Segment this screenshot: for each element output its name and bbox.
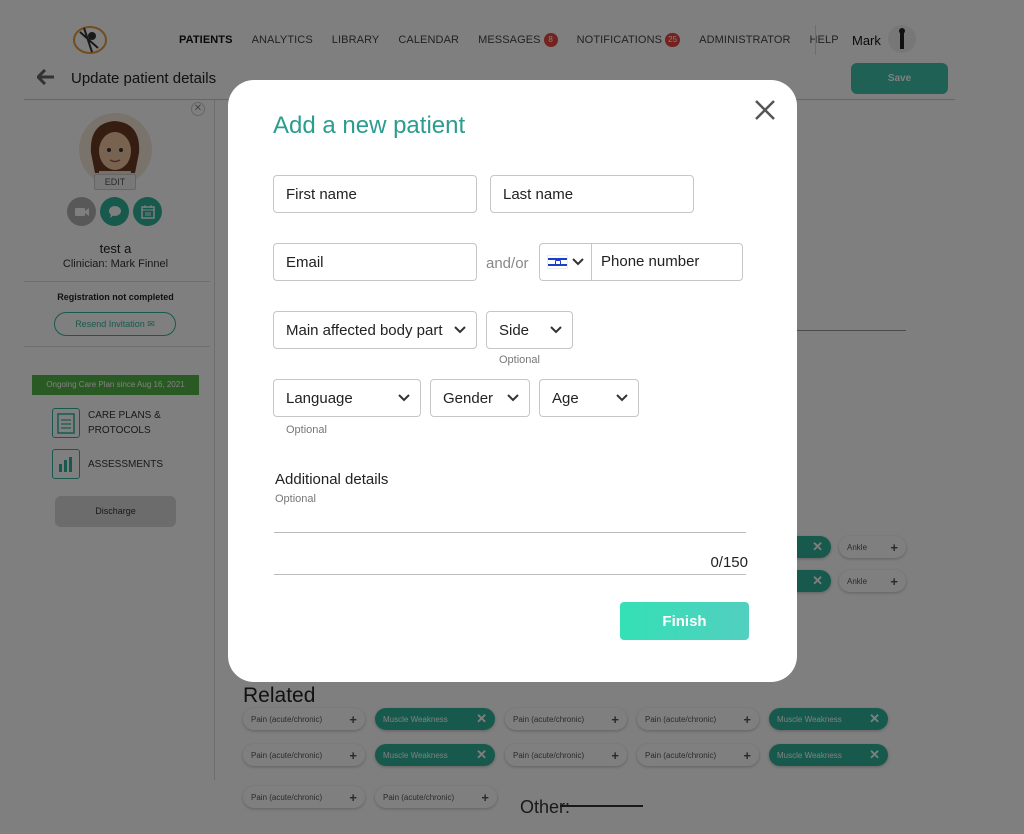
chevron-down-icon	[572, 258, 584, 266]
close-icon	[755, 100, 775, 120]
side-select[interactable]: Side	[486, 311, 573, 349]
chevron-down-icon	[616, 394, 628, 402]
phone-number-input[interactable]	[601, 253, 742, 270]
gender-select-label: Gender	[443, 389, 494, 407]
additional-details-underline	[274, 574, 746, 575]
phone-field[interactable]	[539, 243, 743, 281]
language-select-label: Language	[286, 389, 353, 407]
chevron-down-icon	[507, 394, 519, 402]
chevron-down-icon	[398, 394, 410, 402]
close-modal-button[interactable]	[753, 98, 777, 122]
additional-details-optional-hint: Optional	[275, 493, 316, 505]
modal-title: Add a new patient	[273, 112, 466, 139]
body-part-select-label: Main affected body part	[286, 321, 443, 339]
and-or-label: and/or	[486, 255, 529, 272]
language-optional-hint: Optional	[286, 424, 327, 436]
first-name-field[interactable]	[273, 175, 477, 213]
additional-details-label: Additional details	[275, 471, 389, 488]
last-name-field[interactable]	[490, 175, 694, 213]
chevron-down-icon	[550, 326, 562, 334]
country-code-select[interactable]	[540, 244, 592, 280]
email-field[interactable]	[273, 243, 477, 281]
email-input[interactable]	[286, 253, 476, 271]
age-select-label: Age	[552, 389, 579, 407]
side-select-label: Side	[499, 321, 530, 339]
first-name-input[interactable]	[286, 185, 476, 203]
language-select[interactable]: Language	[273, 379, 421, 417]
last-name-input[interactable]	[503, 185, 693, 203]
age-select[interactable]: Age	[539, 379, 639, 417]
chevron-down-icon	[454, 326, 466, 334]
additional-details-input[interactable]	[274, 532, 746, 533]
side-optional-hint: Optional	[499, 354, 540, 366]
character-counter: 0/150	[710, 554, 748, 571]
add-patient-modal: Add a new patient and/or Main affected b…	[228, 80, 797, 682]
body-part-select[interactable]: Main affected body part	[273, 311, 477, 349]
gender-select[interactable]: Gender	[430, 379, 530, 417]
finish-button[interactable]: Finish	[620, 602, 749, 640]
israel-flag-icon	[547, 255, 568, 269]
